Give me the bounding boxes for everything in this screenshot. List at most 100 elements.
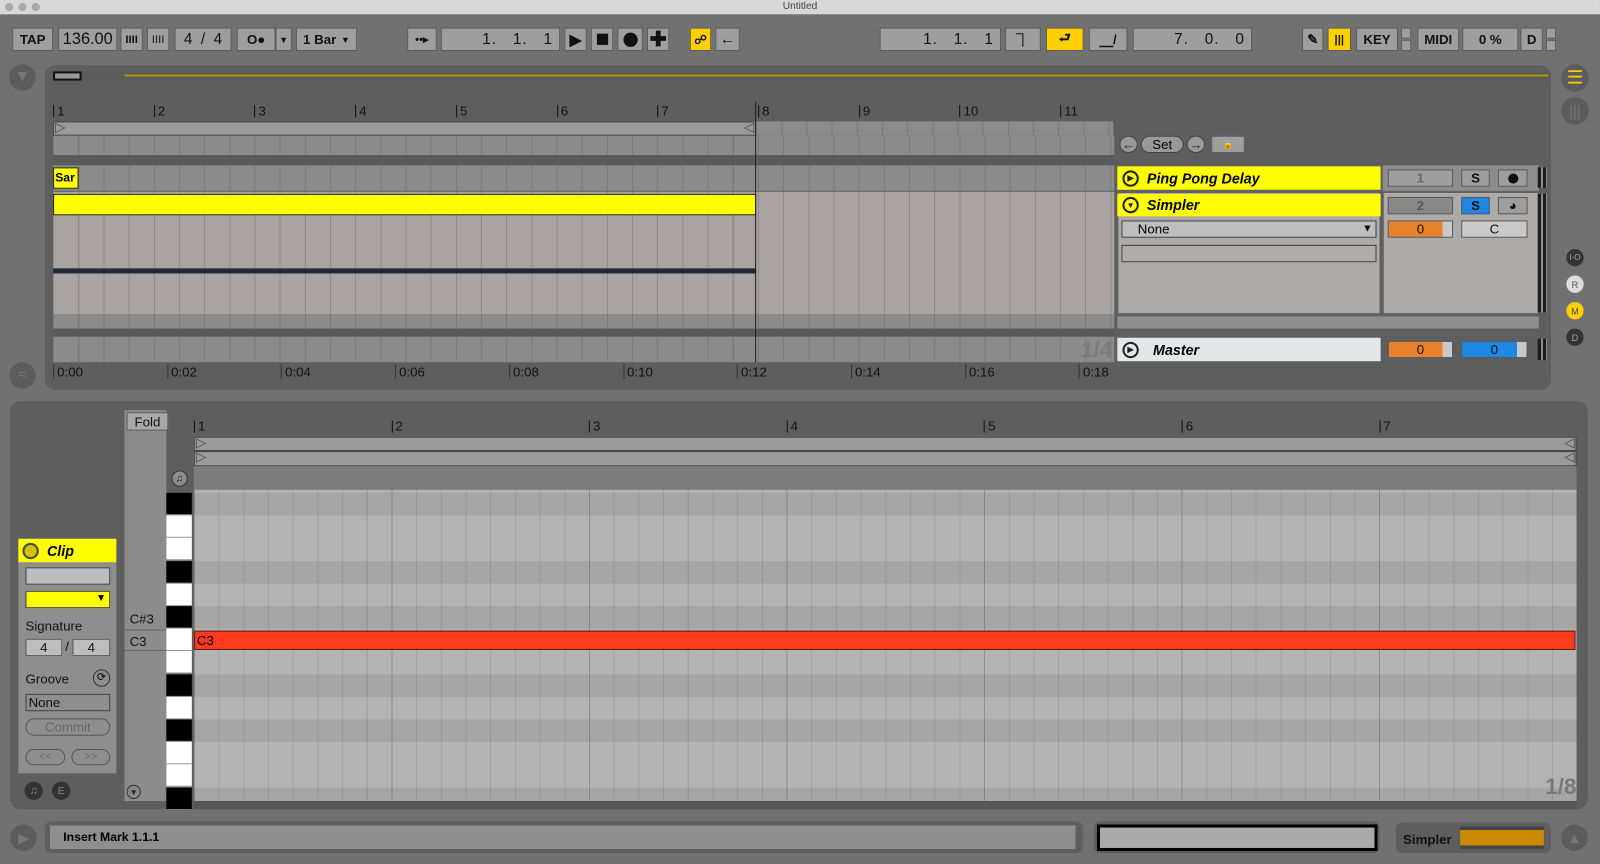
loop-brace[interactable]: ▷ ◁ <box>53 119 757 136</box>
midi-indicator <box>1545 27 1557 39</box>
song-position-field[interactable]: 1. 1. 1 <box>440 27 561 52</box>
input-channel-select[interactable] <box>1121 244 1377 263</box>
show-detail-button[interactable]: ▲ <box>1561 824 1588 852</box>
input-select[interactable]: None ▼ <box>1121 220 1377 238</box>
mixer-toggle-button[interactable]: M <box>1566 302 1584 320</box>
io-toggle-button[interactable]: I-O <box>1566 248 1584 267</box>
solo-button-1[interactable]: S <box>1461 169 1490 187</box>
arrangement-clip[interactable]: Sar <box>53 167 79 189</box>
midi-map-button[interactable]: MIDI <box>1417 27 1460 52</box>
play-button[interactable]: ▶ <box>564 27 587 52</box>
metronome-button[interactable]: O● <box>236 27 276 52</box>
punch-out-button[interactable]: ⎽/ <box>1088 27 1128 52</box>
clip-color-select[interactable]: ▼ <box>25 590 111 609</box>
signature-numerator[interactable]: 4 <box>25 638 63 657</box>
master-pan[interactable]: 0 <box>1461 340 1528 359</box>
time-label: 0:12 <box>736 364 767 380</box>
session-view-toggle[interactable]: ||| <box>1561 96 1589 125</box>
loop-start-field[interactable]: 1. 1. 1 <box>879 27 1002 52</box>
solo-button-2[interactable]: S <box>1461 196 1490 215</box>
track-meter-1 <box>1537 167 1547 188</box>
track-ping-pong-delay[interactable]: ▶ Ping Pong Delay <box>1117 166 1381 190</box>
bar-number: 3 <box>254 104 266 118</box>
loop-length-field[interactable]: 7. 0. 0 <box>1132 27 1253 52</box>
returns-toggle-button[interactable]: R <box>1566 275 1584 293</box>
next-locator-button[interactable]: → <box>1186 135 1206 154</box>
follow-button[interactable]: ••▸ <box>407 27 437 52</box>
track-simpler[interactable]: ▼ Simpler <box>1117 193 1381 217</box>
reenable-automation-button[interactable]: ← <box>715 27 740 52</box>
loop-button[interactable]: ⮐ <box>1045 27 1084 52</box>
clip-header[interactable]: Clip <box>18 538 117 563</box>
tempo-field[interactable]: 136.00 <box>58 27 118 52</box>
time-ruler[interactable]: 0:00 0:02 0:04 0:06 0:08 0:10 0:12 0:14 0:16 0:18 <box>53 364 1114 380</box>
triangle-right-icon: ▶ <box>17 829 29 846</box>
fold-button-icon[interactable]: ▶ <box>1122 169 1139 187</box>
punch-in-button[interactable]: ⏋ <box>1005 27 1041 52</box>
computer-midi-keyboard-button[interactable]: ||| <box>1327 27 1352 52</box>
overview-toggle-button[interactable]: ≈ <box>9 362 36 389</box>
clip-box-toggle[interactable]: ♫ <box>24 781 43 800</box>
commit-button[interactable]: Commit <box>25 718 111 736</box>
next-button[interactable]: >> <box>71 748 111 766</box>
clip-view-toggle[interactable]: ☰ <box>1561 64 1589 92</box>
draw-mode-button[interactable]: ✎ <box>1302 27 1324 52</box>
set-locator-button[interactable]: Set <box>1140 135 1184 154</box>
metronome-menu-button[interactable]: ▼ <box>275 27 292 52</box>
device-panel[interactable]: Simpler <box>1395 822 1552 854</box>
groove-select[interactable]: None <box>25 693 111 712</box>
piano-roll-ruler[interactable]: 1 2 3 4 5 6 7 <box>193 419 1577 436</box>
arm-button-1[interactable] <box>1497 169 1528 187</box>
track-name: Master <box>1153 341 1200 358</box>
automation-arm-button[interactable]: ☍ <box>689 27 712 52</box>
track-activator-2[interactable]: 2 <box>1387 196 1454 215</box>
envelope-box-toggle[interactable]: E <box>52 781 71 800</box>
track-master[interactable]: ▶ Master <box>1117 337 1381 362</box>
track-pan-2[interactable]: C <box>1461 220 1528 238</box>
master-volume[interactable]: 0 <box>1387 340 1454 359</box>
simpler-clip[interactable] <box>53 193 757 216</box>
nudge-up-button[interactable]: IIII <box>146 27 170 52</box>
hide-arrangement-button[interactable]: ▼ <box>9 64 36 91</box>
return-lane <box>53 314 1115 329</box>
clip-name-field[interactable] <box>25 567 111 585</box>
fold-button-icon[interactable]: ▶ <box>1122 341 1139 358</box>
preview-button[interactable]: ♫ <box>171 470 188 487</box>
stop-button[interactable] <box>590 27 614 52</box>
black-key <box>166 606 192 629</box>
show-browser-button[interactable]: ▶ <box>10 824 37 852</box>
piano-roll-start-brace[interactable]: ▷ ◁ <box>193 449 1577 467</box>
midi-note[interactable]: C3 <box>193 630 1576 650</box>
overview-bar[interactable] <box>53 71 1548 81</box>
scroll-down-button[interactable]: ▼ <box>126 784 141 799</box>
time-signature-field[interactable]: 4 / 4 <box>174 27 232 52</box>
quantize-select[interactable]: 1 Bar ▼ <box>295 27 358 52</box>
overdub-button[interactable]: ✚ <box>646 27 670 52</box>
scene-lane <box>756 121 1114 136</box>
track-volume-2[interactable]: 0 <box>1387 220 1454 238</box>
fold-button[interactable]: Fold <box>126 412 169 431</box>
previous-locator-button[interactable]: ← <box>1119 135 1138 154</box>
track-activator-1[interactable]: 1 <box>1387 169 1454 187</box>
signature-denominator[interactable]: 4 <box>72 638 111 657</box>
tap-button[interactable]: TAP <box>12 27 54 52</box>
key-map-button[interactable]: KEY <box>1356 27 1398 52</box>
signature-label: Signature <box>25 618 83 634</box>
lock-envelopes-button[interactable]: 🔒 <box>1211 135 1245 154</box>
previous-button[interactable]: << <box>25 748 66 766</box>
clip-activator-icon[interactable] <box>22 542 39 559</box>
bar-number: 1 <box>53 104 65 118</box>
delay-toggle-button[interactable]: D <box>1566 328 1584 346</box>
unfold-button-icon[interactable]: ▼ <box>1122 196 1139 214</box>
groove-pool-button[interactable]: ⟳ <box>92 669 111 687</box>
chevron-down-icon: ▼ <box>279 34 289 45</box>
monitor-button-2[interactable]: ◕ <box>1497 196 1528 215</box>
black-key <box>166 560 192 584</box>
beat-time-ruler[interactable]: 1 2 3 4 5 6 7 8 9 10 11 <box>53 104 1114 121</box>
piano-roll-loop-brace[interactable]: ▷ ◁ <box>193 435 1577 452</box>
record-button[interactable] <box>617 27 643 52</box>
overview-viewport[interactable] <box>53 71 82 81</box>
bar-number: 6 <box>556 104 568 118</box>
nudge-down-button[interactable]: IIII <box>120 27 143 52</box>
record-icon <box>622 32 638 47</box>
